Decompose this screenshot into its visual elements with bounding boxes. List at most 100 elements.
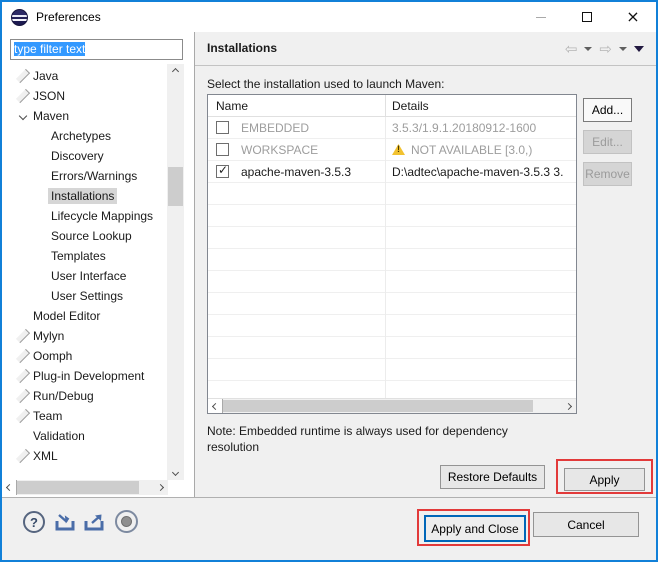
tree-item-discovery[interactable]: Discovery	[2, 146, 168, 166]
chevron-right-icon[interactable]	[15, 88, 31, 104]
apply-and-close-button[interactable]: Apply and Close	[424, 515, 526, 542]
instruction-text: Select the installation used to launch M…	[207, 77, 445, 91]
chevron-down-icon[interactable]	[18, 111, 28, 121]
chevron-right-icon[interactable]	[15, 68, 31, 84]
record-preferences-icon[interactable]	[115, 510, 138, 533]
apply-button[interactable]: Apply	[564, 468, 645, 491]
title-bar: Preferences ×	[2, 2, 656, 32]
table-row-empty	[208, 248, 576, 271]
table-row-empty	[208, 336, 576, 359]
table-row-embedded[interactable]: EMBEDDED 3.5.3/1.9.1.20180912-1600	[208, 116, 576, 139]
scrollbar-thumb[interactable]	[168, 167, 183, 206]
checkbox-unchecked[interactable]	[216, 143, 229, 156]
scroll-right-icon[interactable]	[561, 399, 576, 413]
tree-item-archetypes[interactable]: Archetypes	[2, 126, 168, 146]
table-row-empty	[208, 226, 576, 249]
filter-input-text: type filter text	[14, 42, 86, 56]
sidebar: type filter text Java JSON Maven Archety…	[2, 32, 195, 497]
window-controls: ×	[518, 2, 656, 32]
table-row-empty	[208, 182, 576, 205]
note-text: Note: Embedded runtime is always used fo…	[207, 424, 508, 454]
dialog-footer: ? Apply and Close Cancel	[2, 497, 656, 560]
preferences-tree: Java JSON Maven Archetypes Discovery Err…	[2, 66, 168, 466]
tree-vertical-scrollbar[interactable]	[167, 64, 184, 480]
scroll-left-icon[interactable]	[2, 480, 17, 495]
import-preferences-icon[interactable]	[54, 513, 79, 532]
table-row-empty	[208, 292, 576, 315]
tree-item-user-interface[interactable]: User Interface	[2, 266, 168, 286]
tree-item-oomph[interactable]: Oomph	[2, 346, 168, 366]
checkbox-unchecked[interactable]	[216, 121, 229, 134]
chevron-right-icon[interactable]	[15, 348, 31, 364]
restore-defaults-button[interactable]: Restore Defaults	[440, 465, 545, 489]
table-row-apache-maven[interactable]: apache-maven-3.5.3 D:\adtec\apache-maven…	[208, 160, 576, 183]
table-row-empty	[208, 314, 576, 337]
table-row-workspace[interactable]: WORKSPACE NOT AVAILABLE [3.0,)	[208, 138, 576, 161]
tree-item-user-settings[interactable]: User Settings	[2, 286, 168, 306]
maximize-icon	[582, 12, 592, 22]
preferences-dialog: Preferences × type filter text Java JSON…	[0, 0, 658, 562]
tree-item-run-debug[interactable]: Run/Debug	[2, 386, 168, 406]
table-row-empty	[208, 204, 576, 227]
table-row-empty	[208, 270, 576, 293]
scroll-left-icon[interactable]	[208, 399, 223, 413]
chevron-right-icon[interactable]	[15, 408, 31, 424]
tree-item-maven[interactable]: Maven	[2, 106, 168, 126]
cancel-button[interactable]: Cancel	[533, 512, 639, 537]
tree-horizontal-scrollbar[interactable]	[2, 480, 168, 495]
main-panel: Installations ⇦ ⇨ Select the installatio…	[195, 32, 656, 497]
tree-item-validation[interactable]: Validation	[2, 426, 168, 446]
scrollbar-thumb[interactable]	[223, 400, 533, 412]
forward-menu-icon[interactable]	[619, 47, 627, 51]
chevron-right-icon[interactable]	[15, 368, 31, 384]
table-horizontal-scrollbar[interactable]	[208, 398, 576, 413]
forward-arrow-icon[interactable]: ⇨	[599, 41, 612, 57]
back-arrow-icon[interactable]: ⇦	[565, 41, 578, 57]
tree-item-team[interactable]: Team	[2, 406, 168, 426]
chevron-right-icon[interactable]	[15, 448, 31, 464]
scroll-right-icon[interactable]	[153, 480, 168, 495]
back-menu-icon[interactable]	[584, 47, 593, 51]
scroll-up-icon[interactable]	[167, 64, 184, 79]
minimize-icon	[536, 16, 546, 18]
tree-item-json[interactable]: JSON	[2, 86, 168, 106]
export-preferences-icon[interactable]	[83, 513, 108, 532]
help-icon[interactable]: ?	[23, 511, 45, 533]
installations-table: Name Details EMBEDDED 3.5.3/1.9.1.201809…	[207, 94, 577, 414]
tree-item-plugin-development[interactable]: Plug-in Development	[2, 366, 168, 386]
table-row-empty	[208, 358, 576, 381]
dialog-body: type filter text Java JSON Maven Archety…	[2, 32, 656, 497]
apply-annotation-box: Apply	[556, 459, 653, 494]
scrollbar-thumb[interactable]	[17, 481, 139, 494]
tree-item-model-editor[interactable]: Model Editor	[2, 306, 168, 326]
tree-item-source-lookup[interactable]: Source Lookup	[2, 226, 168, 246]
add-button[interactable]: Add...	[583, 98, 632, 122]
warning-icon	[392, 144, 405, 155]
filter-input[interactable]: type filter text	[10, 39, 183, 60]
history-nav: ⇦ ⇨	[565, 32, 644, 66]
tree-item-errors-warnings[interactable]: Errors/Warnings	[2, 166, 168, 186]
chevron-right-icon[interactable]	[15, 328, 31, 344]
tree-item-lifecycle-mappings[interactable]: Lifecycle Mappings	[2, 206, 168, 226]
scroll-down-icon[interactable]	[167, 465, 184, 480]
tree-item-templates[interactable]: Templates	[2, 246, 168, 266]
column-header-details[interactable]: Details	[386, 95, 576, 116]
tree-item-installations[interactable]: Installations	[2, 186, 168, 206]
remove-button[interactable]: Remove	[583, 162, 632, 186]
tree-item-java[interactable]: Java	[2, 66, 168, 86]
column-header-name[interactable]: Name	[208, 95, 386, 116]
minimize-button[interactable]	[518, 2, 564, 32]
apply-and-close-annotation-box: Apply and Close	[417, 509, 530, 546]
tree-item-mylyn[interactable]: Mylyn	[2, 326, 168, 346]
page-header: Installations ⇦ ⇨	[195, 32, 656, 66]
table-header: Name Details	[208, 95, 576, 117]
view-menu-icon[interactable]	[634, 46, 644, 52]
tree-item-xml[interactable]: XML	[2, 446, 168, 466]
maximize-button[interactable]	[564, 2, 610, 32]
chevron-right-icon[interactable]	[15, 388, 31, 404]
page-title: Installations	[207, 41, 278, 55]
edit-button[interactable]: Edit...	[583, 130, 632, 154]
close-button[interactable]: ×	[610, 2, 656, 32]
eclipse-logo-icon	[11, 8, 28, 26]
checkbox-checked[interactable]	[216, 163, 229, 178]
